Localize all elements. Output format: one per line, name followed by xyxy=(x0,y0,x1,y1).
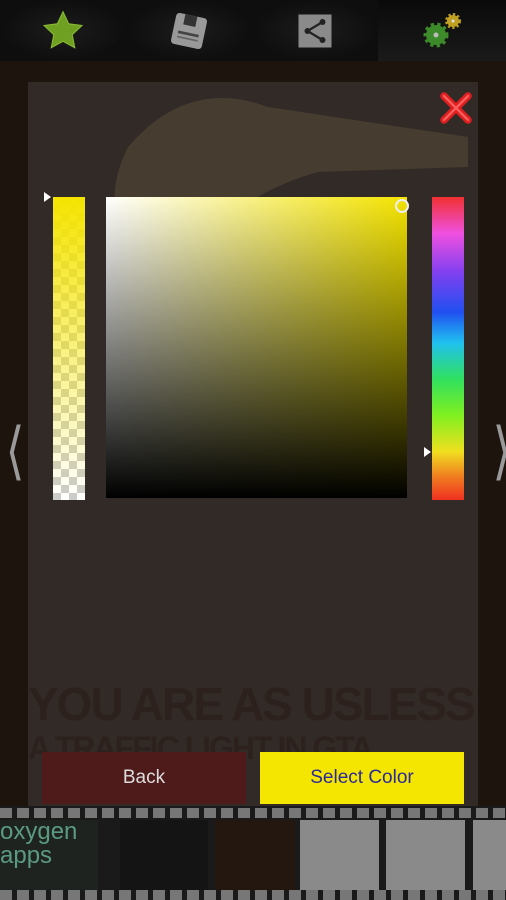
close-icon[interactable] xyxy=(438,90,474,126)
hue-slider[interactable] xyxy=(432,197,464,500)
saturation-value-picker[interactable] xyxy=(106,197,407,498)
film-holes-top xyxy=(0,808,506,818)
thumbnail[interactable] xyxy=(386,820,465,890)
thumbnail-filmstrip[interactable]: oxygen apps xyxy=(0,806,506,900)
tab-save[interactable] xyxy=(126,0,252,61)
select-color-button[interactable]: Select Color xyxy=(260,752,464,804)
saturation-value-handle[interactable] xyxy=(395,199,409,213)
tab-share[interactable] xyxy=(252,0,378,61)
tab-favorites[interactable] xyxy=(0,0,126,61)
thumbnail[interactable] xyxy=(215,820,295,890)
thumbnail[interactable]: oxygen apps xyxy=(0,820,98,890)
tab-settings[interactable] xyxy=(378,0,506,61)
share-icon xyxy=(298,14,332,47)
thumbnail[interactable] xyxy=(300,820,379,890)
back-button[interactable]: Back xyxy=(42,752,246,804)
alpha-slider-handle[interactable] xyxy=(44,192,51,202)
settings-gears-icon xyxy=(423,12,461,47)
toolbar xyxy=(0,0,506,61)
color-picker-dialog: YOU ARE AS USLESS ASA TRAFFIC LIGHT IN G… xyxy=(28,82,478,806)
alpha-slider[interactable] xyxy=(53,197,85,500)
thumbnail[interactable] xyxy=(120,820,208,890)
save-icon xyxy=(170,12,208,49)
previous-arrow[interactable]: ❬ xyxy=(4,418,27,478)
film-holes-bottom xyxy=(0,890,506,900)
hue-slider-handle[interactable] xyxy=(424,447,431,457)
next-arrow[interactable]: ❭ xyxy=(490,418,506,478)
thumbnail[interactable] xyxy=(473,820,506,890)
star-icon xyxy=(42,9,84,49)
